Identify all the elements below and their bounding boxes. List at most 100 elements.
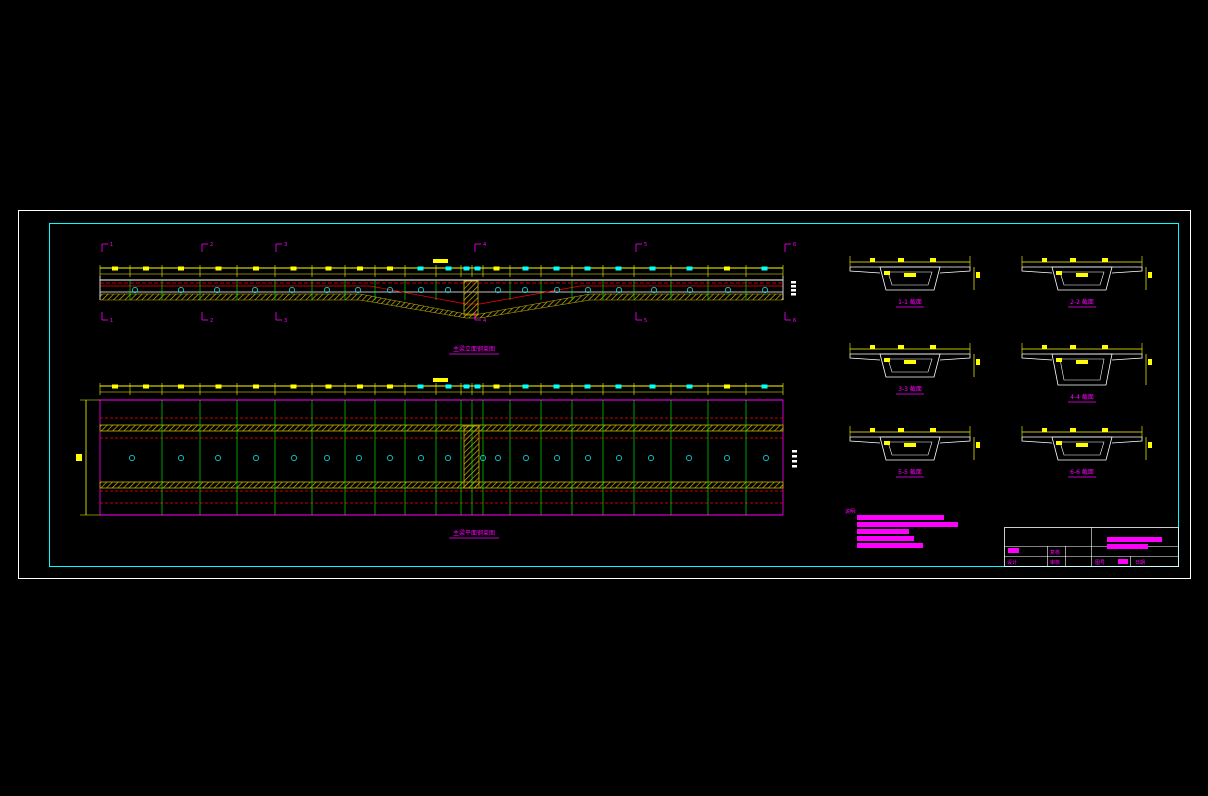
overall-dimension-block [433, 378, 448, 382]
dimension-text-block [870, 428, 875, 432]
web-hatch [99, 424, 784, 432]
section-height-text [1148, 359, 1152, 365]
section-height-text [1148, 272, 1152, 278]
dimension-text-block [445, 384, 452, 389]
duct-circle [324, 455, 330, 461]
section-flange [849, 267, 881, 274]
pier-diaphragm [463, 280, 479, 316]
dimension-text-block [649, 266, 656, 271]
section-flange [849, 437, 881, 444]
title-block-logo [1008, 548, 1019, 553]
dimension-text-block [178, 384, 184, 389]
section-label-4: 4-4 截面 [1070, 393, 1094, 401]
dimension-text-block [898, 345, 904, 349]
notes: 说明: [845, 508, 958, 548]
elevation-title: 主梁立面钢束图 [453, 345, 495, 353]
dimension-text-block [649, 384, 656, 389]
dimension-text-block [357, 266, 363, 271]
dimension-text-block [898, 428, 904, 432]
dimension-text-block [724, 266, 730, 271]
section-cut-label: 5 [644, 242, 647, 248]
dimension-text-block [1102, 428, 1108, 432]
section-dimension-text [1076, 443, 1088, 447]
date-label: 日期 [1135, 560, 1145, 566]
section-dimension-text [1076, 273, 1088, 277]
duct-circle [387, 455, 393, 461]
section-dimension-text [1056, 271, 1062, 275]
dimension-text-block [112, 384, 118, 389]
section-box [879, 266, 941, 291]
section-cut-label: 6 [793, 318, 796, 324]
section-dimension-text [904, 360, 916, 364]
section-box [879, 436, 941, 461]
section-dimension-text [884, 271, 890, 275]
duct-circle [686, 455, 692, 461]
section-flange [1021, 437, 1053, 444]
note-line [857, 522, 958, 527]
section-dimension-text [1056, 441, 1062, 445]
support-marker [791, 293, 796, 296]
dimension-text-block [178, 266, 184, 271]
duct-circle [418, 455, 424, 461]
design-label: 设计 [1007, 559, 1017, 566]
dimension-text-block [253, 384, 259, 389]
support-marker [791, 285, 796, 288]
dimension-text-block [761, 384, 768, 389]
duct-circle [215, 455, 221, 461]
section-cut-label: 3 [284, 318, 287, 324]
duct-circle [129, 455, 135, 461]
section-cut-label: 1 [110, 318, 113, 324]
dimension-text-block [584, 384, 591, 389]
dimension-text-block [930, 428, 936, 432]
plan-beam [76, 399, 797, 516]
section-flange [849, 354, 881, 361]
support-marker [792, 460, 797, 463]
plan-outline [99, 399, 784, 516]
dimension-text-block [930, 345, 936, 349]
web-hatch [99, 481, 784, 489]
duct-circle [178, 455, 184, 461]
dimension-text-block [112, 266, 118, 271]
section-height-text [976, 359, 980, 365]
dimension-text-block [1070, 345, 1076, 349]
section-cut-label: 2 [210, 318, 213, 324]
duct-circle [648, 455, 654, 461]
dimension-text-block [553, 266, 560, 271]
drawing-name-line [1107, 544, 1148, 549]
section-cut-label: 2 [210, 242, 213, 248]
duct-circle [585, 455, 591, 461]
support-marker [791, 281, 796, 284]
note-line [857, 543, 923, 548]
dimension-text-block [417, 266, 424, 271]
section-label-2: 2-2 截面 [1070, 298, 1094, 306]
support-marker [792, 455, 797, 458]
dimension-text-block [215, 266, 222, 271]
section-label-3: 3-3 截面 [898, 385, 922, 393]
section-height-text [976, 272, 980, 278]
note-line [857, 515, 944, 520]
dimension-text-block [898, 258, 904, 262]
dimension-text-block [930, 258, 936, 262]
drawing-no-label: 图号 [1095, 560, 1105, 566]
dimension-text-block [553, 384, 560, 389]
dimension-text-block [387, 384, 393, 389]
dimension-text-block [686, 384, 693, 389]
dimension-text-block [615, 384, 622, 389]
dimension-text-block [417, 384, 424, 389]
section-dimension-text [884, 358, 890, 362]
dimension-text-block [215, 384, 222, 389]
section-height-text [976, 442, 980, 448]
section-label-1: 1-1 截面 [898, 298, 922, 306]
dimension-text-block [325, 266, 332, 271]
plan-dimension-line [99, 378, 784, 395]
dimension-text-block [463, 384, 470, 389]
dimension-text-block [686, 266, 693, 271]
duct-circle [356, 455, 362, 461]
dimension-text-block [463, 266, 470, 271]
support-marker [792, 465, 797, 468]
title-block: 设计 复核 审核 图号 日期 [1004, 527, 1179, 567]
plan-view: 主梁平面钢束图 [76, 378, 797, 539]
section-label-5: 5-5 截面 [898, 468, 922, 476]
duct-circle [291, 455, 297, 461]
section-cut-label: 4 [483, 242, 486, 248]
